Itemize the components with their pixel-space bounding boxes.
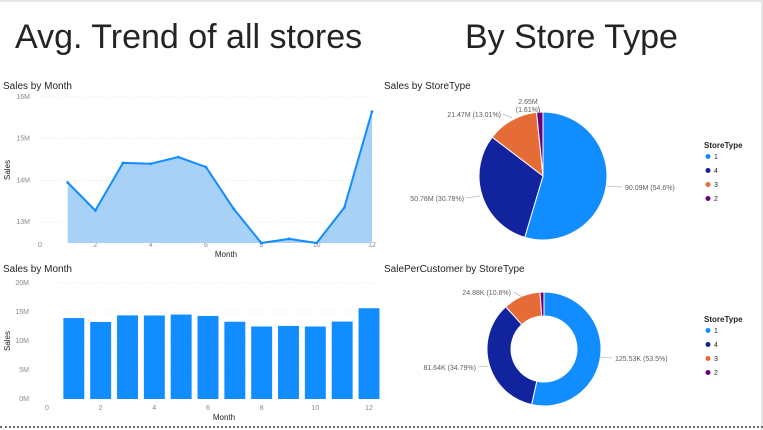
area-yaxis-title: Sales [3, 160, 12, 180]
area-point[interactable] [176, 155, 180, 159]
slice-data-label-line: 2.65M [518, 99, 538, 106]
bar[interactable] [278, 325, 299, 399]
legend-item-storetype-3[interactable]: 3 [714, 182, 718, 189]
bar-xtick-label: 6 [206, 405, 210, 412]
bar[interactable] [224, 321, 246, 399]
legend-marker [705, 154, 711, 159]
bar-chart[interactable]: 0M 5M 10M 15M 20M 0 2 4 6 8 10 12 Month Sales [3, 280, 380, 422]
area-point[interactable] [342, 206, 346, 209]
legend-marker [705, 370, 711, 375]
area-point[interactable] [370, 110, 374, 113]
area-xtick-label: 6 [204, 242, 208, 249]
area-xtick-label: 2 [93, 242, 97, 249]
slice-data-label-line: (1.61%) [516, 107, 541, 114]
area-point[interactable] [66, 181, 70, 184]
slice-data-label: 81.64K (34.79%) [423, 365, 476, 372]
area-xtick-label: 4 [149, 242, 153, 249]
bar[interactable] [117, 315, 138, 399]
bar[interactable] [304, 326, 326, 400]
slice-data-label: 21.47M (13.01%) [447, 112, 501, 119]
bar-xtick-label: 0 [45, 405, 49, 412]
area-xaxis-title: Month [215, 250, 237, 259]
legend-item-storetype-4[interactable]: 4 [714, 168, 718, 175]
slice-storetype-4[interactable] [486, 306, 538, 406]
bar-ytick-label: 5M [19, 367, 29, 374]
area-point[interactable] [287, 237, 291, 241]
slice-data-label: 2.65M (1.61%) [516, 99, 541, 114]
data-label-leader [465, 195, 481, 199]
bar-xtick-label: 10 [311, 405, 319, 412]
legend-item-storetype-1[interactable]: 1 [714, 154, 718, 161]
charts-canvas: 13M14M15M16M0 2 4 6 8 10 12MonthSales 0M5M10M1… [3, 94, 743, 422]
legend-item-storetype-2[interactable]: 2 [714, 370, 718, 377]
bar-ytick-label: 10M [15, 338, 29, 345]
bar-xtick-label: 4 [152, 405, 156, 412]
data-label-leader [513, 291, 523, 298]
area-point[interactable] [121, 161, 125, 165]
legend-item-storetype-3[interactable]: 3 [714, 356, 718, 363]
bar[interactable] [251, 326, 273, 400]
bar-xaxis-title: Month [213, 413, 235, 422]
bar[interactable] [331, 321, 353, 399]
legend-marker [705, 182, 711, 187]
area-xtick-label: 0 [38, 242, 42, 249]
bar[interactable] [170, 314, 192, 399]
legend-marker [705, 342, 711, 347]
bar-xtick-label: 8 [260, 405, 264, 412]
legend-marker [705, 168, 711, 173]
area-ytick-label: 13M [16, 219, 30, 226]
bar-xtick-label: 2 [99, 405, 103, 412]
bar[interactable] [143, 315, 165, 399]
area-chart[interactable]: 13M14M15M16M0 2 4 6 8 10 12MonthSales [3, 94, 376, 259]
bar-yaxis-title: Sales [3, 331, 12, 351]
legend-marker [705, 196, 711, 201]
area-point[interactable] [149, 162, 153, 166]
area-point[interactable] [259, 241, 263, 245]
area-ytick-label: 14M [16, 177, 30, 184]
bar-ytick-label: 20M [15, 280, 29, 287]
slice-data-label: 24.88K (10.6%) [462, 290, 511, 297]
legend-item-storetype-2[interactable]: 2 [714, 196, 718, 203]
area-ytick-label: 16M [16, 94, 30, 101]
area-point[interactable] [315, 241, 319, 245]
area-point[interactable] [204, 165, 208, 169]
bar[interactable] [358, 308, 380, 399]
data-label-leader [606, 185, 623, 188]
legend-marker [705, 356, 711, 361]
bar[interactable] [90, 321, 112, 399]
bar[interactable] [197, 315, 219, 399]
area-point[interactable] [93, 209, 97, 212]
legend-marker [705, 328, 711, 333]
legend-title: StoreType [704, 141, 743, 150]
data-label-leader [599, 356, 613, 359]
legend-item-storetype-1[interactable]: 1 [714, 328, 718, 335]
data-label-leader [502, 113, 513, 119]
bar-ytick-label: 15M [15, 309, 29, 316]
area-fill [67, 111, 373, 243]
bar-xtick-label: 12 [365, 405, 373, 412]
pie-chart[interactable]: 90.09M (54.6%) 50.78M (30.78%) 21.47M (13.… [410, 99, 743, 241]
bar[interactable] [63, 318, 85, 399]
area-ytick-label: 15M [16, 136, 30, 143]
slice-data-label: 90.09M (54.6%) [625, 185, 675, 192]
area-point[interactable] [232, 207, 236, 211]
bar-ytick-label: 0M [19, 396, 29, 403]
area-xtick-label: 12 [368, 242, 376, 249]
slice-data-label: 50.78M (30.78%) [410, 196, 464, 203]
legend-title: StoreType [704, 315, 743, 324]
legend-item-storetype-4[interactable]: 4 [714, 342, 718, 349]
data-label-leader [477, 365, 489, 368]
slice-data-label: 125.53K (53.5%) [615, 356, 668, 363]
donut-chart[interactable]: 125.53K (53.5%) 81.64K (34.79%) 24.88K (10… [423, 290, 743, 407]
